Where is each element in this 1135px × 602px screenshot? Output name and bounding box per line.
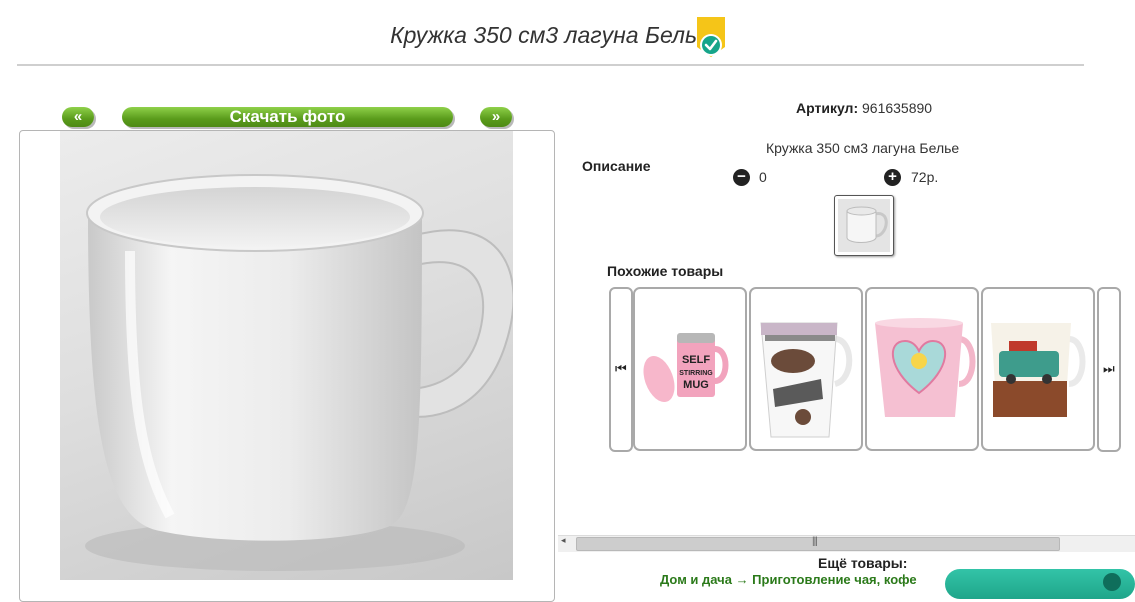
white-mug-image [85,174,513,571]
description-text: Кружка 350 см3 лагуна Белье [766,140,960,156]
minus-value: 0 [759,169,767,185]
scrollbar-grip-icon: ||| [812,536,818,547]
card-text-line: MUG [683,379,709,391]
similar-product-card[interactable] [749,287,863,451]
more-products-label: Ещё товары: [818,555,908,571]
minus-icon[interactable]: − [733,169,750,186]
close-icon[interactable] [1103,573,1121,591]
sku-label: Артикул: [796,100,859,116]
sku-row: Артикул: 961635890 [796,100,932,116]
plus-icon[interactable]: + [884,169,901,186]
download-photo-button[interactable]: Скачать фото [122,107,453,127]
similar-products-label: Похожие товары [607,263,724,279]
main-product-photo[interactable] [60,131,513,580]
header-divider [17,64,1084,66]
price-value: 72р. [911,169,939,185]
cafe-car-mug-image [991,323,1086,417]
similar-product-card[interactable] [865,287,979,451]
description-label: Описание [582,158,651,174]
next-photo-button[interactable]: » [480,107,512,127]
scroll-left-icon[interactable]: ◂ [561,535,566,546]
card-text-line: SELF [682,354,710,366]
similar-product-card[interactable]: SELF STIRRING MUG [633,287,747,451]
carousel-next-button[interactable]: ⏭ [1097,287,1121,452]
previous-photo-button[interactable]: « [62,107,94,127]
skip-back-icon: ⏮ [615,361,627,376]
card-text-line: STIRRING [679,370,713,377]
white-mug-thumbnail-image [838,199,890,252]
page-title: Кружка 350 см3 лагуна Белье [390,22,710,48]
carousel-prev-button[interactable]: ⏮ [609,287,633,452]
skip-forward-icon: ⏭ [1103,361,1115,376]
car-pattern-mug-image [760,322,853,438]
self-stirring-mug-image: SELF STIRRING MUG [643,333,729,403]
verified-badge-icon [697,17,725,57]
heart-pattern-mug-image [875,318,976,417]
sku-value: 961635890 [862,100,933,116]
scrollbar-thumb[interactable] [576,537,1060,551]
photo-thumbnail[interactable] [834,195,894,256]
similar-product-card[interactable] [981,287,1095,451]
